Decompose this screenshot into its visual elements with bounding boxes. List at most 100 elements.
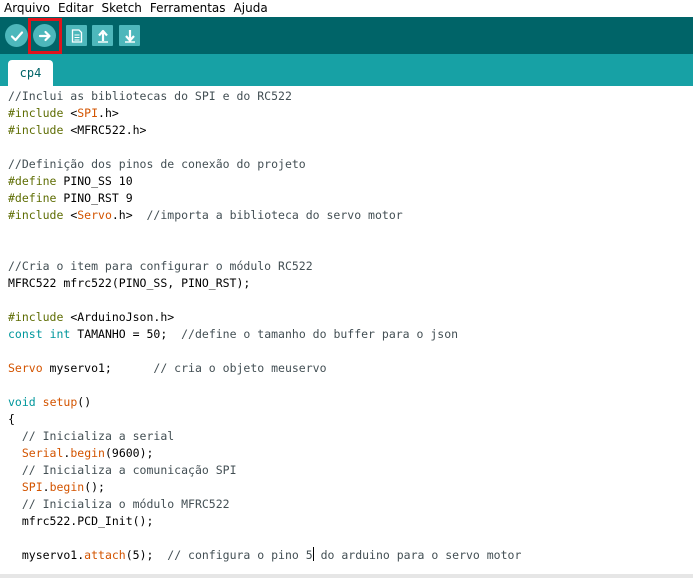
code-token: .	[42, 480, 50, 494]
code-token: #define	[8, 174, 64, 188]
code-editor[interactable]: //Inclui as bibliotecas do SPI e do RC52…	[0, 86, 693, 574]
code-token: myservo1.	[8, 548, 85, 562]
code-token: //define o tamanho do buffer para o json	[181, 327, 459, 341]
code-token: begin	[70, 446, 105, 460]
upload-highlight-box	[28, 18, 62, 54]
code-token: const	[8, 327, 43, 341]
code-token: .h>	[98, 106, 119, 120]
code-line: //Definição dos pinos de conexão do proj…	[8, 156, 521, 173]
code-token: <MFRC522.h>	[70, 123, 147, 137]
code-token: Servo	[8, 361, 43, 375]
code-line: // Inicializa a serial	[8, 428, 521, 445]
menu-ferramentas[interactable]: Ferramentas	[146, 0, 230, 17]
code-line: #define PINO_RST 9	[8, 190, 521, 207]
menu-arquivo[interactable]: Arquivo	[0, 0, 54, 17]
code-token: {	[8, 412, 15, 426]
code-line: #include <Servo.h> //importa a bibliotec…	[8, 207, 521, 224]
code-token: #include	[8, 310, 71, 324]
code-line: Serial.begin(9600);	[8, 445, 521, 462]
code-line: // Inicializa o módulo MFRC522	[8, 496, 521, 513]
verify-button[interactable]	[5, 24, 28, 47]
code-token: attach	[84, 548, 126, 562]
code-line: #include <SPI.h>	[8, 105, 521, 122]
code-token: // Inicializa a serial	[21, 429, 175, 443]
arrow-down-icon	[124, 29, 136, 43]
code-token: //importa a biblioteca do servo motor	[146, 208, 403, 222]
code-token: Serial	[21, 446, 64, 460]
code-token: mfrc522.PCD_Init();	[8, 514, 154, 528]
code-token: MFRC522 mfrc522(PINO_SS, PINO_RST);	[8, 276, 251, 290]
code-line: MFRC522 mfrc522(PINO_SS, PINO_RST);	[8, 275, 521, 292]
code-token: // Inicializa o módulo MFRC522	[21, 497, 230, 511]
code-token: // configura o pino 5	[167, 548, 313, 562]
code-token: //Inclui as bibliotecas do SPI e do RC52…	[8, 89, 292, 103]
code-token: (9600);	[104, 446, 154, 460]
code-text[interactable]: //Inclui as bibliotecas do SPI e do RC52…	[8, 88, 521, 564]
code-token: TAMANHO = 50;	[70, 327, 182, 341]
menu-editar[interactable]: Editar	[54, 0, 98, 17]
code-token: ()	[77, 395, 92, 409]
code-token: myservo1;	[42, 361, 154, 375]
code-token: .h>	[111, 208, 147, 222]
code-token: #include	[8, 123, 71, 137]
code-token: ();	[84, 480, 105, 494]
code-token: PINO_SS 10	[63, 174, 133, 188]
code-token: Servo	[77, 208, 112, 222]
save-button[interactable]	[119, 25, 140, 46]
arrow-up-icon	[97, 29, 109, 43]
code-line: #include <MFRC522.h>	[8, 122, 521, 139]
code-line: //Cria o item para configurar o módulo R…	[8, 258, 521, 275]
code-token: // Inicializa a comunicação SPI	[21, 463, 237, 477]
code-token: SPI	[21, 480, 43, 494]
check-icon	[10, 29, 24, 43]
code-token: begin	[49, 480, 85, 494]
code-line: #include <ArduinoJson.h>	[8, 309, 521, 326]
code-line: mfrc522.PCD_Init();	[8, 513, 521, 530]
code-token: int	[49, 327, 71, 341]
new-sketch-button[interactable]	[66, 25, 87, 46]
toolbar	[0, 17, 693, 54]
tab-cp4[interactable]: cp4	[8, 60, 53, 86]
code-line: void setup()	[8, 394, 521, 411]
code-token: <ArduinoJson.h>	[70, 310, 175, 324]
code-token: #define	[8, 191, 64, 205]
open-button[interactable]	[92, 25, 113, 46]
code-token: //Definição dos pinos de conexão do proj…	[8, 157, 306, 171]
menu-ajuda[interactable]: Ajuda	[230, 0, 272, 17]
menu-sketch[interactable]: Sketch	[97, 0, 145, 17]
code-token: setup	[42, 395, 78, 409]
code-line: {	[8, 411, 521, 428]
code-token: #include	[8, 106, 71, 120]
code-token: SPI	[77, 106, 99, 120]
code-token: void	[8, 395, 36, 409]
horizontal-scrollbar[interactable]	[0, 574, 693, 578]
code-line: myservo1.attach(5); // configura o pino …	[8, 547, 521, 564]
tab-strip: cp4	[0, 54, 693, 86]
menu-bar: Arquivo Editar Sketch Ferramentas Ajuda	[0, 0, 693, 17]
code-token: #include	[8, 208, 71, 222]
code-line: const int TAMANHO = 50; //define o taman…	[8, 326, 521, 343]
code-token: (5);	[125, 548, 168, 562]
code-line: //Inclui as bibliotecas do SPI e do RC52…	[8, 88, 521, 105]
document-icon	[71, 28, 83, 43]
code-line: Servo myservo1; // cria o objeto meuserv…	[8, 360, 521, 377]
code-token: // cria o objeto meuservo	[153, 361, 327, 375]
code-token: //Cria o item para configurar o módulo R…	[8, 259, 313, 273]
code-line: SPI.begin();	[8, 479, 521, 496]
code-token: do arduino para o servo motor	[313, 548, 522, 562]
code-line: #define PINO_SS 10	[8, 173, 521, 190]
